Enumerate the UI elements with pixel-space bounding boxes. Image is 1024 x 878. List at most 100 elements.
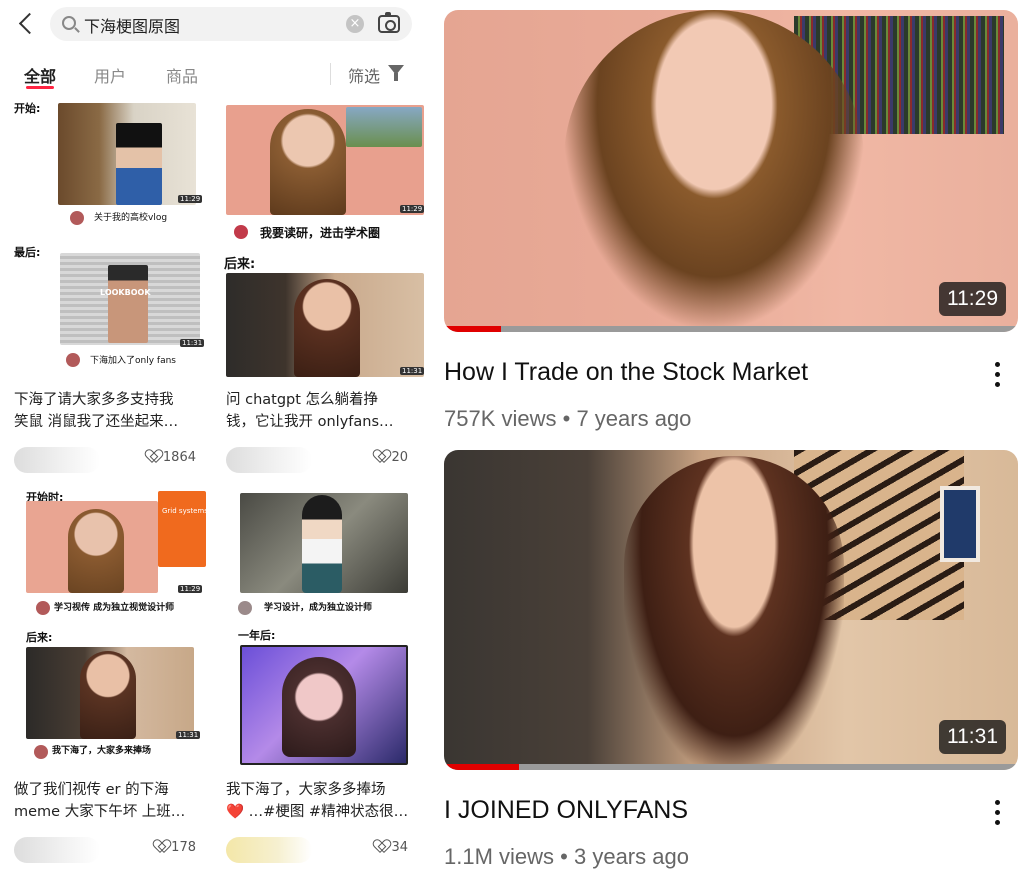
person-figure <box>116 123 162 205</box>
duration-badge: 11:31 <box>400 367 425 375</box>
video-meta: 1.1M views • 3 years ago <box>444 844 689 870</box>
tab-divider <box>330 63 331 85</box>
panel-caption: 一年后: <box>236 627 278 643</box>
back-icon[interactable] <box>14 10 40 38</box>
duration-badge: 11:29 <box>939 282 1006 316</box>
video-title[interactable]: How I Trade on the Stock Market <box>444 358 808 387</box>
result-tabs: 全部 用户 商品 筛选 <box>0 55 432 95</box>
avatar <box>66 353 80 367</box>
post-card[interactable]: 开始: 11:29 关于我的高校vlog 最后: LOOKBOOK 11:31 … <box>8 95 214 480</box>
post-card[interactable]: 学习设计，成为独立设计师 一年后: 我下海了，大家多多捧场 ❤️ …#梗图 #精… <box>220 487 426 873</box>
like-number: 1864 <box>162 450 196 465</box>
post-image[interactable]: 学习设计，成为独立设计师 一年后: <box>220 487 426 769</box>
more-options-icon[interactable] <box>994 360 1002 390</box>
like-number: 20 <box>391 450 408 465</box>
post-title[interactable]: 下海了请大家多多支持我 笑鼠 消鼠我了还坐起来… <box>14 389 200 433</box>
heart-icon[interactable] <box>375 450 387 462</box>
like-count[interactable]: 178 <box>155 840 196 855</box>
search-icon <box>62 16 76 30</box>
post-card[interactable]: 开始时: Grid systems 11:29 学习视传 成为独立视觉设计师 后… <box>8 487 214 873</box>
book-title: Grid systems <box>162 507 208 515</box>
like-count[interactable]: 20 <box>375 450 408 465</box>
like-count[interactable]: 34 <box>375 840 408 855</box>
filter-button[interactable]: 筛选 <box>348 63 380 87</box>
painting <box>346 107 422 147</box>
more-options-icon[interactable] <box>994 798 1002 828</box>
video-tiny-title: 学习视传 成为独立视觉设计师 <box>54 603 175 613</box>
view-count: 1.1M views <box>444 844 555 869</box>
post-image[interactable]: 开始时: Grid systems 11:29 学习视传 成为独立视觉设计师 后… <box>8 487 214 769</box>
person-figure <box>270 109 346 215</box>
book-cover <box>158 491 206 567</box>
active-tab-indicator <box>26 86 54 89</box>
like-count[interactable]: 1864 <box>147 450 196 465</box>
panel-caption: 后来: <box>222 253 258 272</box>
clear-icon[interactable]: × <box>346 15 364 33</box>
avatar <box>238 601 252 615</box>
post-image[interactable]: 11:29 我要读研，进击学术圈 后来: 11:31 <box>220 95 426 377</box>
wall-frame <box>940 486 980 562</box>
heart-icon[interactable] <box>375 840 387 852</box>
meta-separator: • <box>556 406 577 431</box>
author-avatar[interactable] <box>14 837 100 863</box>
post-image[interactable]: 开始: 11:29 关于我的高校vlog 最后: LOOKBOOK 11:31 … <box>8 95 214 377</box>
avatar <box>36 601 50 615</box>
upload-age: 3 years ago <box>573 844 689 869</box>
post-card[interactable]: 11:29 我要读研，进击学术圈 后来: 11:31 问 chatgpt 怎么躺… <box>220 95 426 480</box>
person-figure <box>80 651 136 739</box>
duration-badge: 11:31 <box>939 720 1006 754</box>
person-figure <box>68 509 124 593</box>
like-number: 34 <box>391 840 408 855</box>
duration-badge: 11:29 <box>178 585 203 593</box>
watch-progress-bar <box>444 326 1018 332</box>
heart-icon[interactable] <box>155 840 167 852</box>
heart-icon[interactable] <box>147 450 159 462</box>
panel-caption: 后来: <box>24 629 55 645</box>
video-tiny-title: 关于我的高校vlog <box>94 213 168 223</box>
post-meta: 34 <box>226 837 412 863</box>
watch-progress-fill <box>444 326 502 332</box>
panel-caption: 最后: <box>12 244 43 260</box>
duration-badge: 11:31 <box>180 339 205 347</box>
video-thumbnail[interactable]: 11:29 <box>444 10 1018 332</box>
video-feed: 11:29 How I Trade on the Stock Market 75… <box>432 0 1024 878</box>
camera-icon[interactable] <box>378 12 400 33</box>
post-title[interactable]: 问 chatgpt 怎么躺着挣 钱，它让我开 onlyfans… <box>226 389 412 433</box>
author-avatar[interactable] <box>14 447 100 473</box>
like-number: 178 <box>171 840 196 855</box>
duration-badge: 11:29 <box>178 195 203 203</box>
post-meta: 20 <box>226 447 412 473</box>
tab-products[interactable]: 商品 <box>166 63 198 87</box>
tab-users[interactable]: 用户 <box>94 63 126 87</box>
watch-progress-fill <box>444 764 519 770</box>
post-title[interactable]: 做了我们视传 er 的下海 meme 大家下午坏 上班… <box>14 779 200 823</box>
person-figure <box>302 495 342 593</box>
avatar <box>70 211 84 225</box>
person-figure <box>108 265 148 343</box>
video-meta: 757K views • 7 years ago <box>444 406 691 432</box>
view-count: 757K views <box>444 406 557 431</box>
avatar <box>234 225 248 239</box>
post-meta: 178 <box>14 837 200 863</box>
video-thumbnail[interactable]: 11:31 <box>444 450 1018 770</box>
author-avatar[interactable] <box>226 837 312 863</box>
watch-progress-bar <box>444 764 1018 770</box>
person-figure <box>282 657 356 757</box>
post-meta: 1864 <box>14 447 200 473</box>
search-query[interactable]: 下海梗图原图 <box>84 13 180 37</box>
tab-all[interactable]: 全部 <box>24 63 56 87</box>
video-tiny-title: 学习设计，成为独立设计师 <box>264 603 373 613</box>
search-input[interactable]: 下海梗图原图 × <box>50 7 412 41</box>
author-avatar[interactable] <box>226 447 312 473</box>
person-figure <box>294 279 360 377</box>
search-results-panel: 下海梗图原图 × 全部 用户 商品 筛选 开始: 11:29 关于我的高校vlo… <box>0 0 432 878</box>
duration-badge: 11:31 <box>176 731 201 739</box>
upload-age: 7 years ago <box>576 406 692 431</box>
meta-separator: • <box>554 844 574 869</box>
post-title[interactable]: 我下海了，大家多多捧场 ❤️ …#梗图 #精神状态很… <box>226 779 412 823</box>
funnel-icon[interactable] <box>388 65 404 81</box>
video-tiny-title: 我下海了，大家多来捧场 <box>52 746 152 756</box>
top-bar: 下海梗图原图 × <box>0 0 432 50</box>
video-title[interactable]: I JOINED ONLYFANS <box>444 796 688 825</box>
video-tiny-title: 下海加入了only fans <box>90 356 176 366</box>
